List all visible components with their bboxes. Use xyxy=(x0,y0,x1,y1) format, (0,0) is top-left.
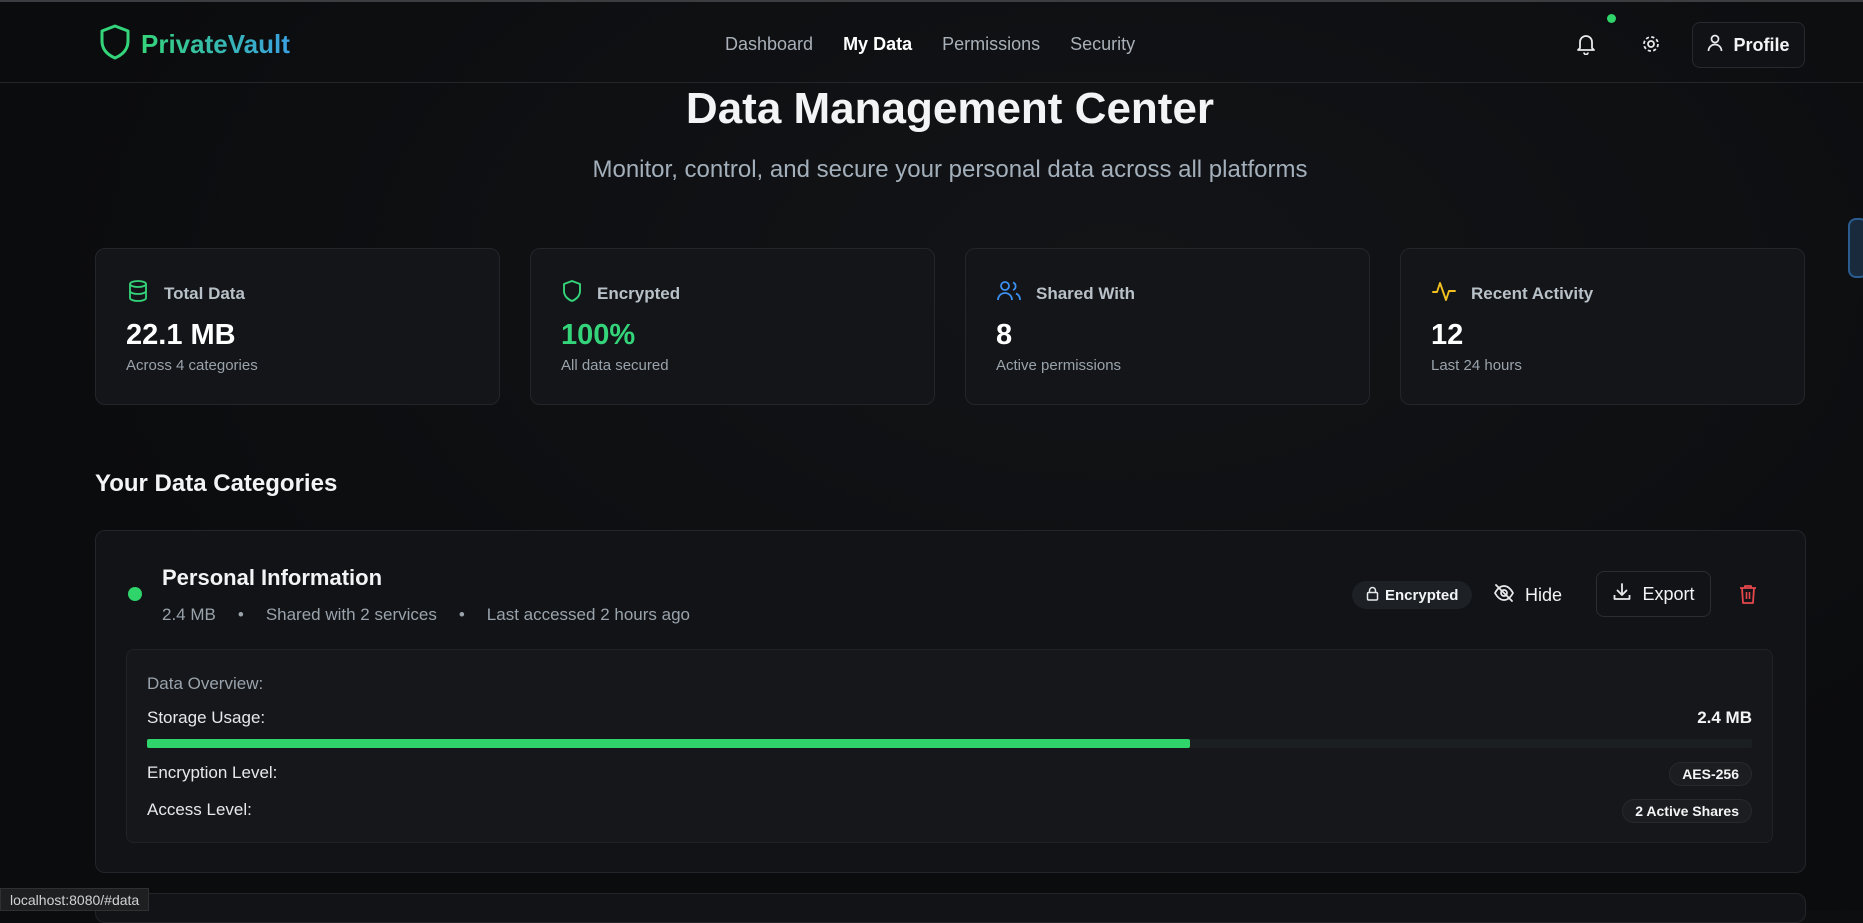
top-navbar: PrivateVault Dashboard My Data Permissio… xyxy=(0,2,1863,83)
access-level-label: Access Level: xyxy=(147,800,252,819)
page-title: Data Management Center xyxy=(685,84,1215,133)
bell-icon[interactable] xyxy=(1574,32,1598,56)
category-card-next xyxy=(95,893,1806,923)
brand-name: PrivateVault xyxy=(141,29,290,59)
category-shared: Shared with 2 services xyxy=(265,605,437,624)
overview-title: Data Overview: xyxy=(147,674,264,693)
stat-card-encrypted: Encrypted 100% All data secured xyxy=(530,248,935,405)
stat-label: Recent Activity xyxy=(1471,283,1594,303)
storage-progress-fill xyxy=(147,739,1191,748)
export-label: Export xyxy=(1642,583,1695,604)
stat-value: 100% xyxy=(561,319,636,351)
encryption-level-badge: AES-256 xyxy=(1669,762,1752,786)
stat-label: Shared With xyxy=(1036,283,1136,303)
eye-off-icon xyxy=(1493,583,1515,608)
stat-card-total-data: Total Data 22.1 MB Across 4 categories xyxy=(95,248,500,405)
category-card-personal-information: Personal Information 2.4 MB • Shared wit… xyxy=(95,530,1806,873)
stat-note: Across 4 categories xyxy=(126,357,258,374)
page-subtitle: Monitor, control, and secure your person… xyxy=(592,156,1308,183)
category-name: Personal Information xyxy=(162,565,383,590)
encryption-level-label: Encryption Level: xyxy=(147,763,278,782)
storage-progress-track xyxy=(147,739,1752,748)
shield-logo-icon xyxy=(99,24,131,65)
section-title: Your Data Categories xyxy=(95,470,338,497)
stat-card-shared-with: Shared With 8 Active permissions xyxy=(965,248,1370,405)
stat-label: Encrypted xyxy=(597,283,681,303)
category-size: 2.4 MB xyxy=(162,605,216,624)
profile-button[interactable]: Profile xyxy=(1692,22,1805,68)
nav-dashboard[interactable]: Dashboard xyxy=(725,34,813,55)
stat-label: Total Data xyxy=(164,283,245,303)
data-overview-panel: Data Overview: Storage Usage: 2.4 MB Enc… xyxy=(126,649,1773,843)
stat-note: Last 24 hours xyxy=(1431,357,1522,374)
trash-icon[interactable] xyxy=(1738,583,1762,607)
shield-icon xyxy=(561,279,583,308)
nav-permissions[interactable]: Permissions xyxy=(942,34,1040,55)
stat-note: All data secured xyxy=(561,357,669,374)
notification-dot xyxy=(1607,14,1616,23)
activity-icon xyxy=(1431,279,1457,308)
nav-security[interactable]: Security xyxy=(1070,34,1135,55)
export-button[interactable]: Export xyxy=(1596,571,1711,617)
encrypted-badge: Encrypted xyxy=(1352,581,1473,609)
side-panel-tab[interactable] xyxy=(1848,218,1863,278)
main-nav: Dashboard My Data Permissions Security xyxy=(725,34,1135,55)
hide-label: Hide xyxy=(1525,584,1563,605)
access-level-badge: 2 Active Shares xyxy=(1622,799,1752,823)
stat-value: 8 xyxy=(996,319,1013,351)
meta-separator: • xyxy=(458,605,465,624)
category-meta: 2.4 MB • Shared with 2 services • Last a… xyxy=(162,605,690,625)
lock-icon xyxy=(1366,586,1379,605)
meta-separator: • xyxy=(237,605,244,624)
storage-usage-value: 2.4 MB xyxy=(1697,708,1752,727)
category-last-accessed: Last accessed 2 hours ago xyxy=(486,605,690,624)
status-dot xyxy=(128,587,142,601)
stat-value: 22.1 MB xyxy=(126,319,236,351)
users-icon xyxy=(996,279,1022,308)
stat-note: Active permissions xyxy=(996,357,1122,374)
brand-logo[interactable]: PrivateVault xyxy=(99,24,290,65)
download-icon xyxy=(1612,582,1632,607)
stat-value: 12 xyxy=(1431,319,1464,351)
database-icon xyxy=(126,279,150,308)
browser-status-url: localhost:8080/#data xyxy=(0,888,150,911)
user-icon xyxy=(1707,34,1723,57)
gear-icon[interactable] xyxy=(1639,32,1663,56)
encrypted-badge-label: Encrypted xyxy=(1385,586,1459,604)
profile-label: Profile xyxy=(1733,34,1790,55)
nav-my-data[interactable]: My Data xyxy=(843,34,912,55)
stat-card-recent-activity: Recent Activity 12 Last 24 hours xyxy=(1400,248,1805,405)
storage-usage-label: Storage Usage: xyxy=(147,708,266,727)
hide-button[interactable]: Hide xyxy=(1493,579,1562,611)
